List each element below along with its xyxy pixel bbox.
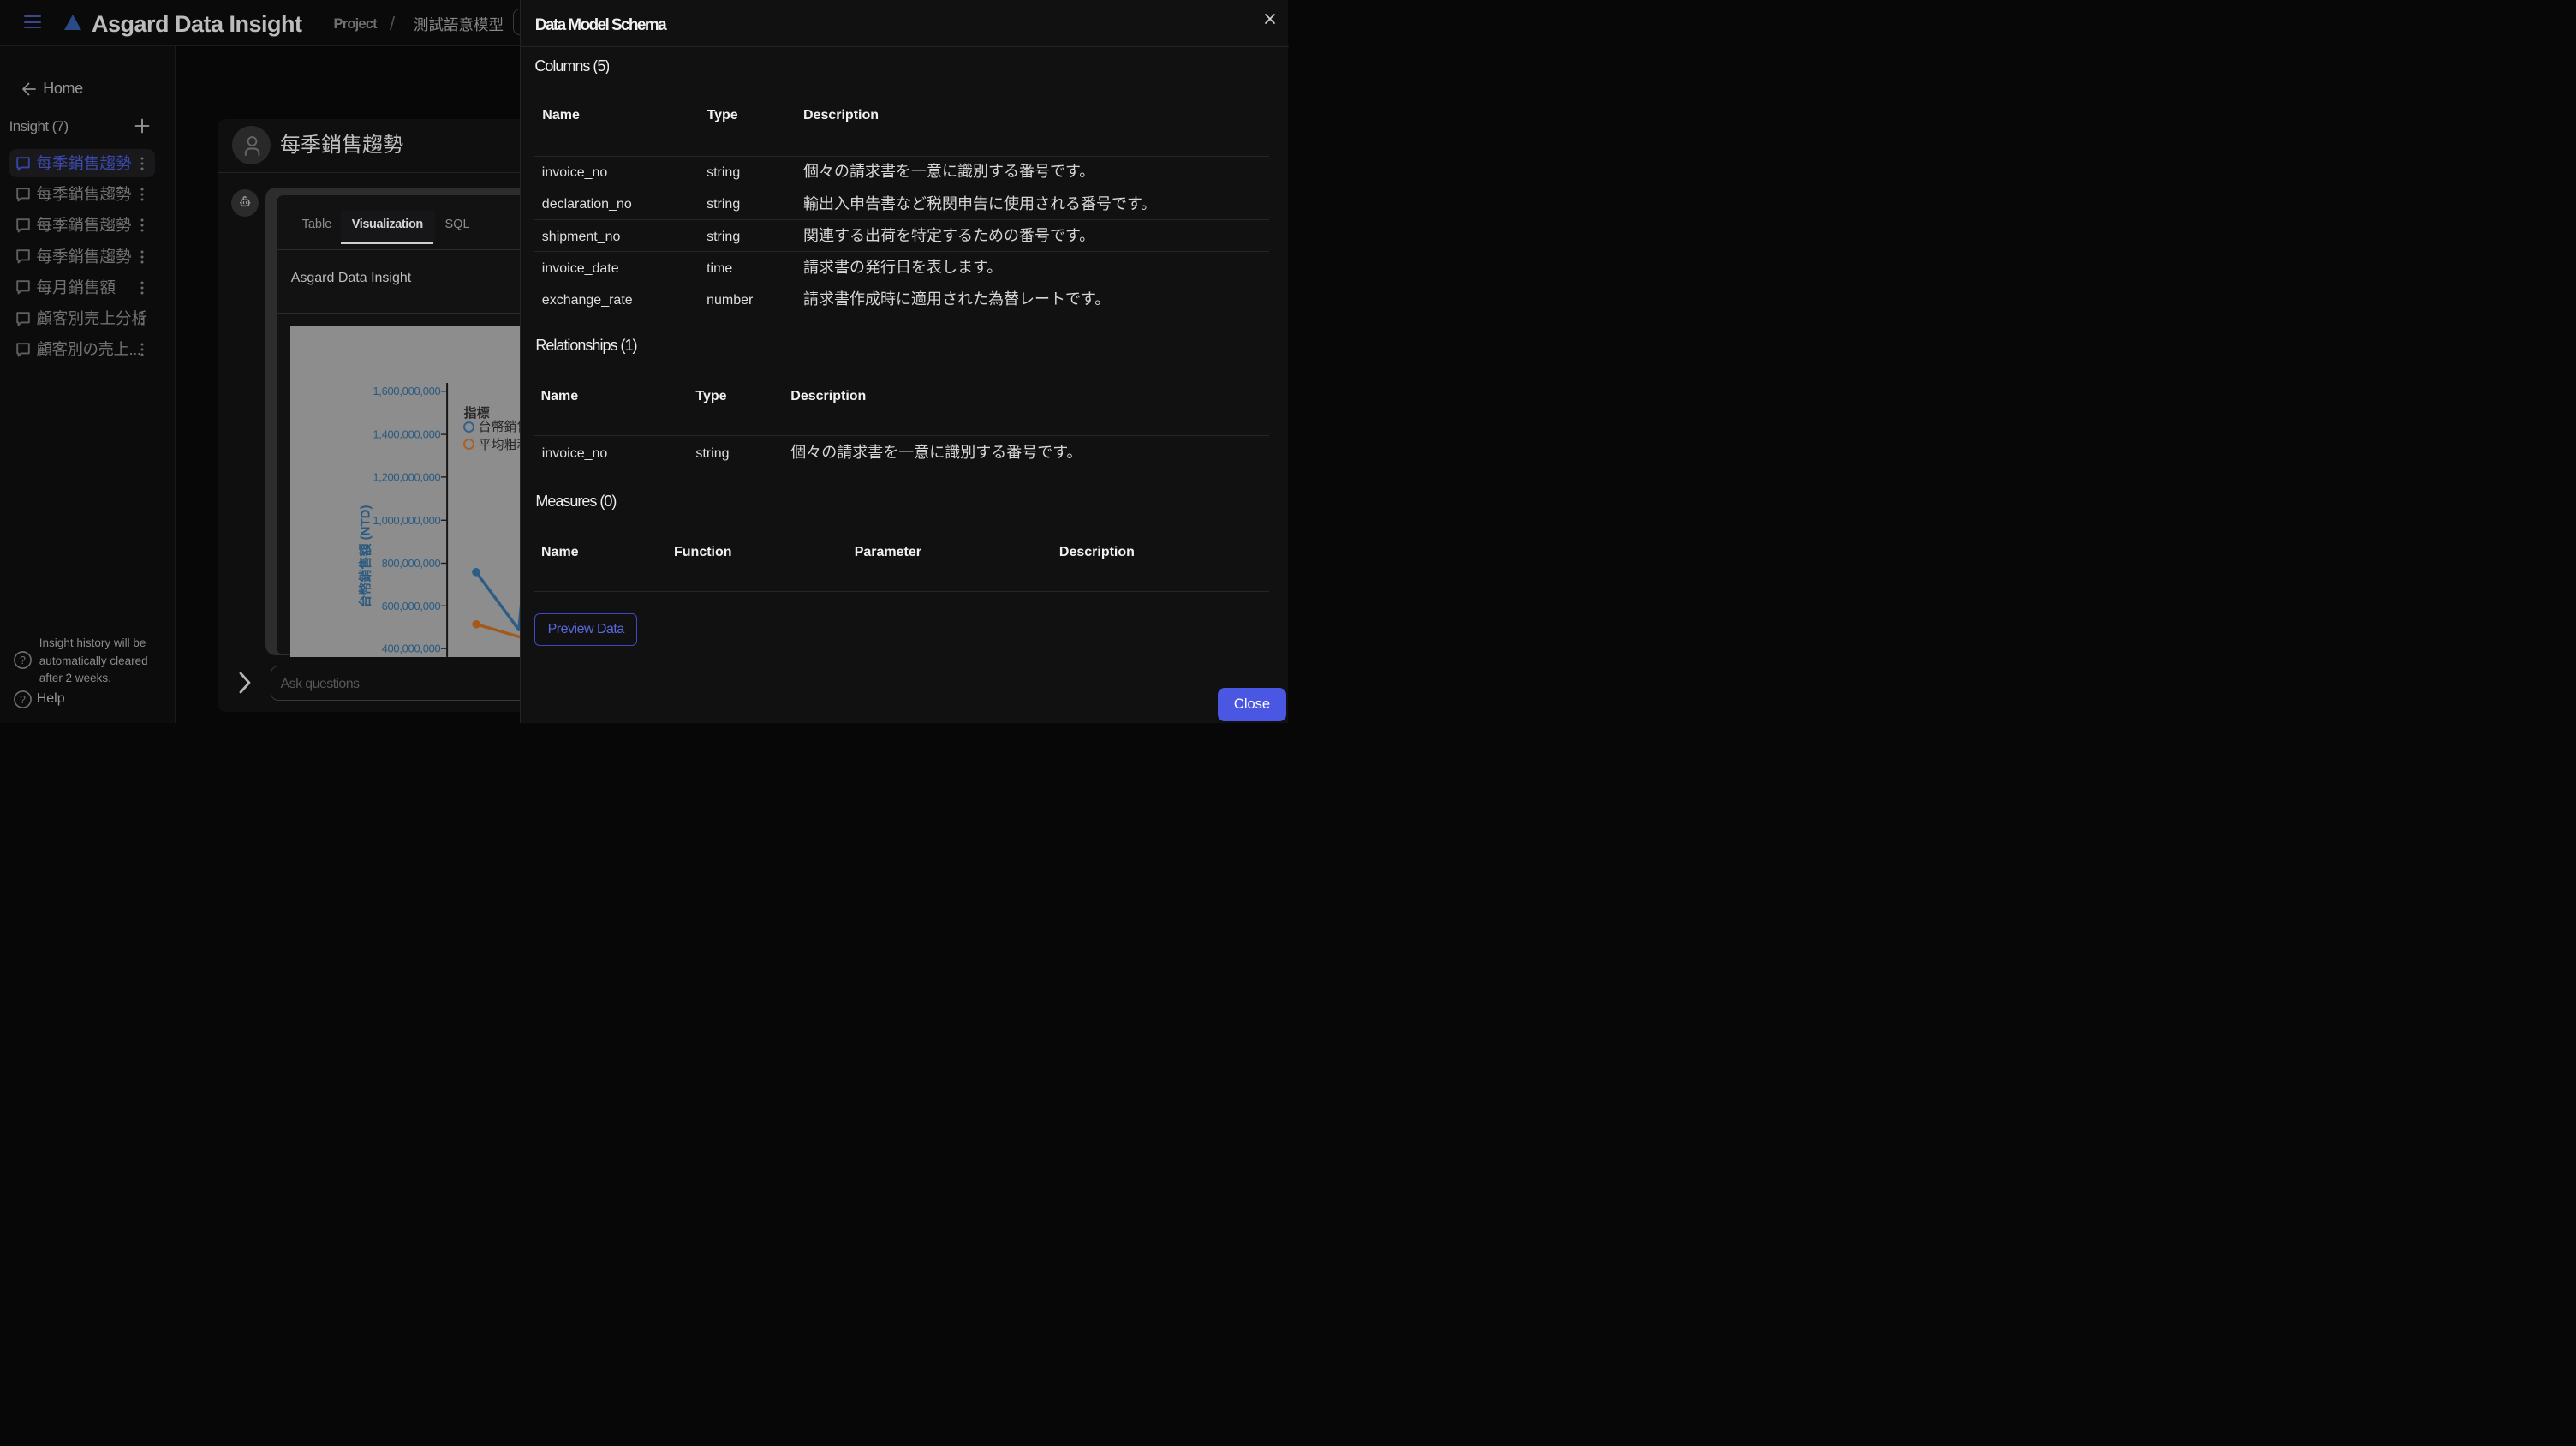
svg-text:?: ? (20, 654, 26, 666)
svg-text:?: ? (20, 694, 26, 706)
svg-text:1,400,000,000: 1,400,000,000 (373, 428, 440, 441)
svg-text:1,200,000,000: 1,200,000,000 (373, 470, 440, 483)
svg-text:600,000,000: 600,000,000 (381, 600, 440, 612)
svg-text:400,000,000: 400,000,000 (381, 642, 440, 655)
svg-text:1,000,000,000: 1,000,000,000 (373, 514, 440, 527)
svg-text:800,000,000: 800,000,000 (381, 557, 440, 570)
svg-text:1,600,000,000: 1,600,000,000 (373, 385, 440, 397)
